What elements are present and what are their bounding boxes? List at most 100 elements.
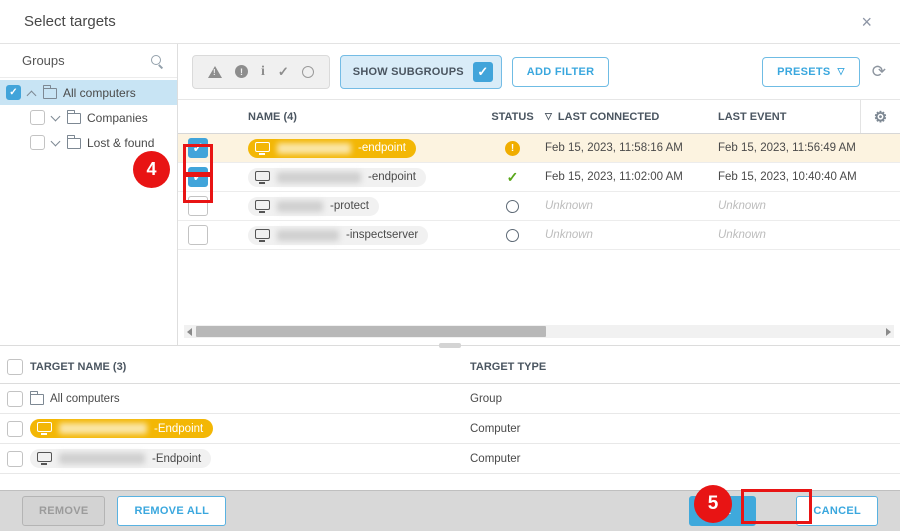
tree-item-lost-and-found[interactable]: Lost & found: [0, 130, 177, 155]
dialog-footer: REMOVE REMOVE ALL OK CANCEL: [0, 490, 900, 531]
target-row[interactable]: All computers Group: [0, 384, 900, 414]
redacted-name: [59, 453, 145, 464]
status-ok-icon: ✓: [507, 169, 519, 186]
groups-title: Groups: [22, 53, 149, 68]
row-checkbox[interactable]: [188, 225, 208, 245]
warning-triangle-icon[interactable]: [208, 66, 222, 78]
close-icon[interactable]: ×: [857, 11, 876, 33]
target-row[interactable]: -Endpoint Computer: [0, 414, 900, 444]
error-circle-icon[interactable]: [235, 65, 248, 78]
redacted-name: [277, 172, 361, 183]
unknown-circle-icon[interactable]: [302, 66, 314, 78]
redacted-name: [277, 201, 323, 212]
info-icon[interactable]: i: [261, 65, 265, 79]
table-row[interactable]: -endpoint ✓ Feb 15, 2023, 11:02:00 AM Fe…: [178, 163, 900, 192]
chevron-down-icon[interactable]: [51, 138, 61, 148]
column-header-name[interactable]: NAME (4): [208, 111, 480, 123]
row-checkbox[interactable]: [188, 167, 208, 187]
redacted-name: [59, 423, 147, 434]
chevron-up-icon[interactable]: [27, 88, 37, 98]
tree-item-companies[interactable]: Companies: [0, 105, 177, 130]
remove-button[interactable]: REMOVE: [22, 496, 105, 526]
search-icon[interactable]: [149, 54, 163, 68]
target-checkbox[interactable]: [7, 391, 23, 407]
computer-icon: [255, 142, 270, 152]
folder-icon: [67, 113, 81, 124]
computer-icon: [37, 452, 52, 462]
folder-icon: [67, 138, 81, 149]
computer-icon: [255, 171, 270, 181]
column-header-target-type[interactable]: TARGET TYPE: [470, 361, 900, 373]
column-header-status[interactable]: STATUS: [480, 111, 545, 123]
column-header-target-name[interactable]: TARGET NAME (3): [30, 361, 470, 373]
toolbar: i ✓ SHOW SUBGROUPS ADD FILTER PRESETS ▽ …: [178, 44, 900, 100]
scroll-left-icon[interactable]: [187, 328, 192, 336]
computer-name-pill: -inspectserver: [248, 226, 428, 245]
target-row[interactable]: -Endpoint Computer: [0, 444, 900, 474]
checkbox-all-computers[interactable]: [6, 85, 21, 100]
target-type: Computer: [470, 423, 900, 435]
refresh-icon[interactable]: ⟳: [872, 62, 886, 82]
target-name: All computers: [50, 393, 120, 405]
column-header-last-connected[interactable]: ▽ LAST CONNECTED: [545, 111, 718, 123]
severity-filter-group[interactable]: i ✓: [192, 55, 330, 89]
table-row[interactable]: -protect Unknown Unknown: [178, 192, 900, 221]
last-connected-value: Unknown: [545, 229, 593, 241]
select-all-targets-checkbox[interactable]: [7, 359, 23, 375]
status-unknown-icon: [506, 229, 519, 242]
checkbox-lost-and-found[interactable]: [30, 135, 45, 150]
column-header-last-event[interactable]: LAST EVENT: [718, 111, 860, 123]
redacted-name: [277, 143, 351, 154]
table-row[interactable]: -inspectserver Unknown Unknown: [178, 221, 900, 250]
computer-name-suffix: -inspectserver: [346, 229, 418, 241]
computer-icon: [255, 229, 270, 239]
splitter-handle-icon[interactable]: [439, 343, 461, 348]
last-connected-value: Feb 15, 2023, 11:58:16 AM: [545, 142, 683, 154]
horizontal-scrollbar[interactable]: [184, 325, 894, 338]
computer-name-pill: -endpoint: [248, 139, 416, 158]
row-checkbox[interactable]: [188, 196, 208, 216]
chevron-down-icon[interactable]: [51, 113, 61, 123]
select-targets-dialog: Select targets × Groups All computers: [0, 0, 900, 531]
cancel-button[interactable]: CANCEL: [796, 496, 878, 526]
gear-icon[interactable]: ⚙: [874, 108, 887, 126]
target-checkbox[interactable]: [7, 451, 23, 467]
last-connected-value: Unknown: [545, 200, 593, 212]
targets-table-header: TARGET NAME (3) TARGET TYPE: [0, 351, 900, 384]
table-row[interactable]: -endpoint Feb 15, 2023, 11:58:16 AM Feb …: [178, 134, 900, 163]
last-connected-value: Feb 15, 2023, 11:02:00 AM: [545, 171, 683, 183]
target-type: Computer: [470, 453, 900, 465]
show-subgroups-toggle[interactable]: SHOW SUBGROUPS: [340, 55, 502, 89]
computer-name-pill: -Endpoint: [30, 419, 213, 438]
groups-sidebar: Groups All computers Companies: [0, 44, 178, 345]
row-checkbox[interactable]: [188, 138, 208, 158]
computer-name-suffix: -protect: [330, 200, 369, 212]
add-filter-button[interactable]: ADD FILTER: [512, 57, 610, 87]
target-name-suffix: -Endpoint: [152, 453, 201, 465]
remove-all-button[interactable]: REMOVE ALL: [117, 496, 226, 526]
column-header-label: LAST CONNECTED: [558, 111, 659, 123]
dialog-titlebar: Select targets ×: [0, 0, 900, 44]
selected-targets-panel: TARGET NAME (3) TARGET TYPE All computer…: [0, 351, 900, 490]
ok-button[interactable]: OK: [689, 496, 756, 526]
checkbox-companies[interactable]: [30, 110, 45, 125]
show-subgroups-label: SHOW SUBGROUPS: [353, 66, 464, 78]
scrollbar-thumb[interactable]: [196, 326, 546, 337]
computer-name-pill: -endpoint: [248, 168, 426, 187]
table-header: NAME (4) STATUS ▽ LAST CONNECTED LAST EV…: [178, 100, 900, 134]
scroll-right-icon[interactable]: [886, 328, 891, 336]
status-unknown-icon: [506, 200, 519, 213]
show-subgroups-checkbox[interactable]: [473, 62, 493, 82]
groups-header: Groups: [0, 44, 177, 78]
tree-item-label: All computers: [63, 86, 136, 100]
tree-item-all-computers[interactable]: All computers: [0, 80, 177, 105]
ok-check-icon[interactable]: ✓: [278, 65, 289, 78]
target-type: Group: [470, 393, 900, 405]
computers-panel: i ✓ SHOW SUBGROUPS ADD FILTER PRESETS ▽ …: [178, 44, 900, 345]
presets-button[interactable]: PRESETS ▽: [762, 57, 860, 87]
target-checkbox[interactable]: [7, 421, 23, 437]
tree-item-label: Companies: [87, 111, 148, 125]
chevron-down-icon: ▽: [838, 66, 845, 77]
computer-icon: [255, 200, 270, 210]
groups-tree: All computers Companies Lost & found: [0, 78, 177, 155]
